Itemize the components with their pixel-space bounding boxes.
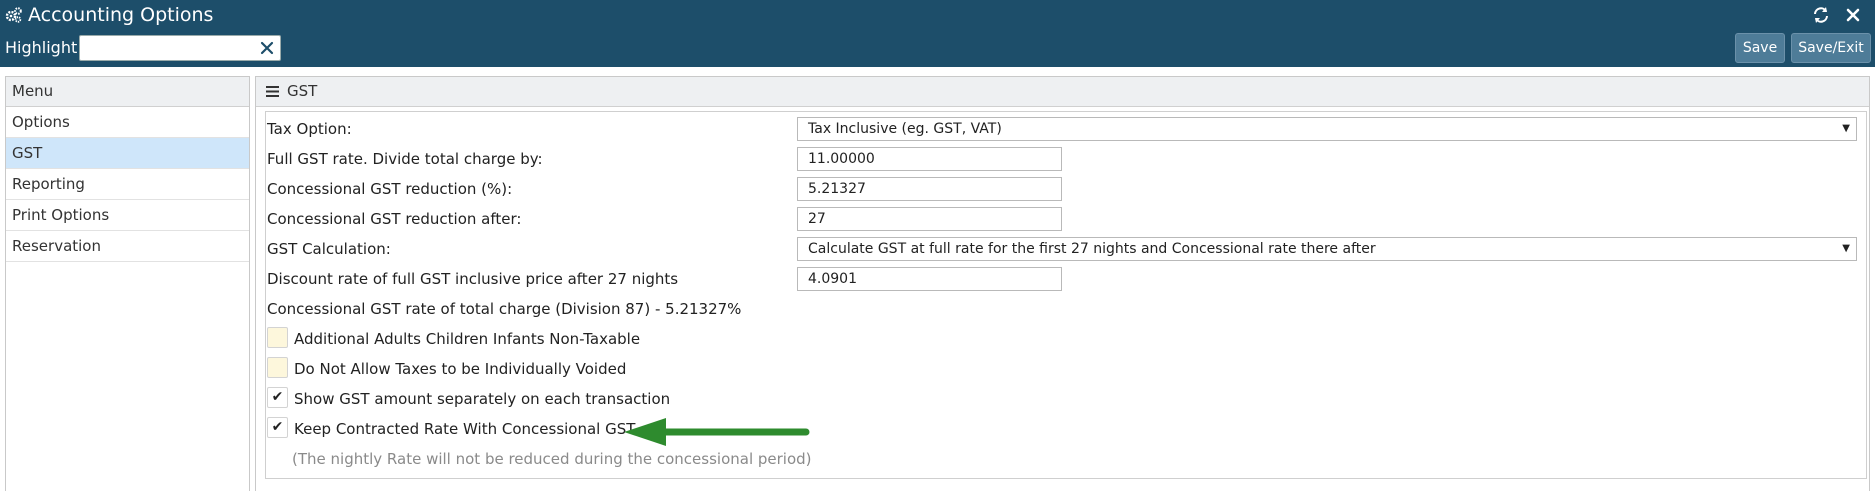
dropdown-caret-icon: ▼ xyxy=(1842,243,1850,254)
concessional-period-note: (The nightly Rate will not be reduced du… xyxy=(292,450,812,468)
window-title: Accounting Options xyxy=(28,4,214,26)
clear-icon[interactable] xyxy=(258,39,276,57)
highlight-input-box xyxy=(79,35,281,61)
top-bar: Accounting Options Highlight: Save Save/… xyxy=(0,0,1875,67)
gst-calculation-select[interactable]: Calculate GST at full rate for the first… xyxy=(797,237,1857,261)
full-gst-rate-label: Full GST rate. Divide total charge by: xyxy=(267,150,543,168)
gst-panel-header: GST xyxy=(256,77,1869,107)
concessional-reduction-input[interactable]: 5.21327 xyxy=(797,177,1062,201)
reduction-after-input[interactable]: 27 xyxy=(797,207,1062,231)
tax-option-label: Tax Option: xyxy=(267,120,352,138)
save-exit-button[interactable]: Save/Exit xyxy=(1791,33,1871,63)
gst-calculation-label: GST Calculation: xyxy=(267,240,391,258)
concessional-rate-text: Concessional GST rate of total charge (D… xyxy=(267,300,742,318)
highlight-label: Highlight: xyxy=(5,38,83,57)
save-button[interactable]: Save xyxy=(1735,33,1785,63)
gst-panel-title: GST xyxy=(287,82,318,100)
hamburger-icon xyxy=(266,86,279,97)
checkbox-keep-contracted-rate[interactable]: ✔ xyxy=(267,417,288,438)
gst-calculation-value: Calculate GST at full rate for the first… xyxy=(808,241,1376,257)
refresh-icon[interactable] xyxy=(1811,5,1831,25)
highlight-input[interactable] xyxy=(84,36,244,58)
menu-header: Menu xyxy=(6,77,249,107)
checkmark-icon: ✔ xyxy=(271,419,284,435)
checkbox-show-gst-separately-label: Show GST amount separately on each trans… xyxy=(294,390,671,408)
checkbox-non-taxable-label: Additional Adults Children Infants Non-T… xyxy=(294,330,641,348)
full-gst-rate-input[interactable]: 11.00000 xyxy=(797,147,1062,171)
discount-rate-label: Discount rate of full GST inclusive pric… xyxy=(267,270,679,288)
checkbox-no-void-taxes-label: Do Not Allow Taxes to be Individually Vo… xyxy=(294,360,627,378)
gears-icon xyxy=(5,7,22,23)
close-icon[interactable] xyxy=(1843,5,1863,25)
discount-rate-input[interactable]: 4.0901 xyxy=(797,267,1062,291)
concessional-reduction-label: Concessional GST reduction (%): xyxy=(267,180,513,198)
title-bar: Accounting Options xyxy=(0,0,1875,30)
menu-item-reservation[interactable]: Reservation xyxy=(6,231,249,262)
checkbox-non-taxable[interactable] xyxy=(267,327,288,348)
menu-panel: Menu Options GST Reporting Print Options… xyxy=(5,76,250,491)
tax-option-select[interactable]: Tax Inclusive (eg. GST, VAT) ▼ xyxy=(797,117,1857,141)
checkbox-show-gst-separately[interactable]: ✔ xyxy=(267,387,288,408)
menu-item-print-options[interactable]: Print Options xyxy=(6,200,249,231)
reduction-after-label: Concessional GST reduction after: xyxy=(267,210,522,228)
menu-item-gst[interactable]: GST xyxy=(6,138,249,169)
checkbox-keep-contracted-rate-label: Keep Contracted Rate With Concessional G… xyxy=(294,420,636,438)
green-arrow-annotation xyxy=(624,418,810,446)
checkbox-no-void-taxes[interactable] xyxy=(267,357,288,378)
tax-option-value: Tax Inclusive (eg. GST, VAT) xyxy=(808,121,1002,137)
dropdown-caret-icon: ▼ xyxy=(1842,123,1850,134)
menu-item-options[interactable]: Options xyxy=(6,107,249,138)
checkmark-icon: ✔ xyxy=(271,389,284,405)
menu-item-reporting[interactable]: Reporting xyxy=(6,169,249,200)
